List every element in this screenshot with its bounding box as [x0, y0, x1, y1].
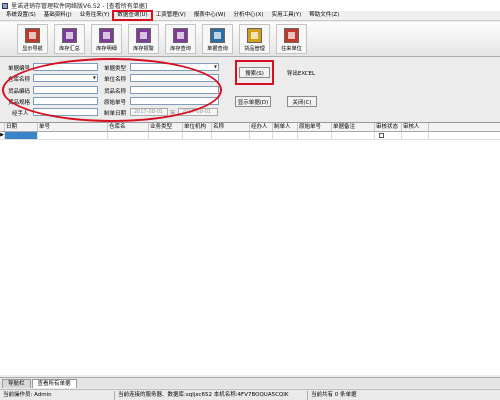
navigation-icon — [25, 28, 40, 43]
table-cell[interactable] — [273, 132, 298, 139]
column-header[interactable]: 单号 — [38, 123, 108, 131]
column-header[interactable]: 经办人 — [250, 123, 273, 131]
toolbar: 显示导航 库存汇总 库存明细 库存报警 库存查询 单据查询 货品管理 往来单位 — [0, 22, 500, 57]
menu-payroll[interactable]: 工资管理(V) — [152, 11, 190, 20]
table-cell[interactable] — [5, 132, 38, 139]
partner-unit-button[interactable]: 往来单位 — [276, 24, 307, 54]
partner-unit-icon — [284, 28, 299, 43]
menu-report-center[interactable]: 报表中心(W) — [190, 11, 230, 20]
toolbar-label: 库存汇总 — [59, 46, 80, 52]
app-icon — [2, 2, 8, 9]
table-cell[interactable] — [375, 132, 402, 139]
inventory-query-icon — [173, 28, 188, 43]
column-header[interactable]: 审核状态 — [375, 123, 402, 131]
search-highlight-box — [235, 60, 274, 85]
menu-basic-data[interactable]: 基础资料(J) — [40, 11, 76, 20]
inventory-query-button[interactable]: 库存查询 — [165, 24, 196, 54]
audit-checkbox[interactable] — [379, 133, 384, 138]
column-header[interactable]: 审核人 — [402, 123, 429, 131]
document-tabs: 导航栏 查看所有单据 — [0, 377, 500, 388]
menu-system-settings[interactable]: 系统设置(S) — [2, 11, 40, 20]
document-query-button[interactable]: 单据查询 — [202, 24, 233, 54]
inventory-summary-button[interactable]: 库存汇总 — [54, 24, 85, 54]
table-cell[interactable] — [250, 132, 273, 139]
goods-management-button[interactable]: 货品管理 — [239, 24, 270, 54]
inventory-detail-icon — [99, 28, 114, 43]
query-form: 单据编号 单据类型 仓库名称 单位名称 货品编码 货品名称 货品规格 原始单号 … — [0, 58, 500, 122]
toolbar-label: 库存明细 — [96, 46, 117, 52]
table-cell[interactable] — [402, 132, 429, 139]
table-cell[interactable] — [212, 132, 250, 139]
title-bar: 里诺进销存管理软件网络版V6.52 - [查看所有单据] — [0, 0, 500, 11]
toolbar-label: 货品管理 — [244, 46, 265, 52]
status-bar: 当前操作员: Admin 当前连接的服务器、数据库:sqljxc652 本机名称… — [0, 389, 500, 400]
window-title: 里诺进销存管理软件网络版V6.52 - [查看所有单据] — [11, 3, 148, 10]
grid-header: 日期 单号 仓库名 业务类型 单位机构 名称 经办人 制单人 原始单号 单据备注… — [0, 123, 500, 132]
column-header[interactable]: 原始单号 — [298, 123, 332, 131]
export-excel-button[interactable]: 导出EXCEL — [283, 67, 319, 78]
inventory-detail-button[interactable]: 库存明细 — [91, 24, 122, 54]
table-cell[interactable] — [298, 132, 332, 139]
show-document-button[interactable]: 显示单据(D) — [235, 96, 271, 107]
document-query-icon — [210, 28, 225, 43]
highlight-ellipse — [2, 58, 222, 122]
table-row[interactable]: ▶ — [0, 132, 500, 140]
menu-data-query[interactable]: 数据查询(U) — [112, 10, 153, 21]
toolbar-label: 往来单位 — [281, 46, 302, 52]
status-count: 当前共有 0 条单据 — [311, 391, 357, 398]
inventory-summary-icon — [62, 28, 77, 43]
show-navigation-button[interactable]: 显示导航 — [17, 24, 48, 54]
column-header[interactable]: 名称 — [212, 123, 250, 131]
menu-help[interactable]: 帮助文件(Z) — [305, 11, 343, 20]
menu-analysis-center[interactable]: 分析中心(X) — [230, 11, 268, 20]
column-header[interactable]: 单位机构 — [183, 123, 212, 131]
toolbar-label: 库存报警 — [133, 46, 154, 52]
table-cell[interactable] — [183, 132, 212, 139]
close-button[interactable]: 关闭(C) — [287, 96, 317, 107]
toolbar-label: 单据查询 — [207, 46, 228, 52]
inventory-alarm-icon — [136, 28, 151, 43]
table-cell[interactable] — [108, 132, 149, 139]
toolbar-label: 显示导航 — [22, 46, 43, 52]
table-cell[interactable] — [332, 132, 375, 139]
column-header[interactable]: 单据备注 — [332, 123, 375, 131]
menu-business[interactable]: 业务往来(Y) — [76, 11, 114, 20]
tab-navigation[interactable]: 导航栏 — [2, 379, 31, 388]
column-header[interactable]: 业务类型 — [149, 123, 183, 131]
status-operator: 当前操作员: Admin — [0, 390, 115, 400]
column-header[interactable]: 日期 — [5, 123, 38, 131]
column-header[interactable]: 仓库名 — [108, 123, 149, 131]
menu-bar: 系统设置(S) 基础资料(J) 业务往来(Y) 数据查询(U) 工资管理(V) … — [0, 10, 500, 21]
documents-grid: 日期 单号 仓库名 业务类型 单位机构 名称 经办人 制单人 原始单号 单据备注… — [0, 122, 500, 375]
toolbar-label: 库存查询 — [170, 46, 191, 52]
status-server: 当前连接的服务器、数据库:sqljxc652 本机名称:4FV7BOQUA5CQ… — [115, 390, 308, 400]
table-cell[interactable] — [38, 132, 108, 139]
tab-all-documents[interactable]: 查看所有单据 — [31, 379, 77, 388]
goods-management-icon — [247, 28, 262, 43]
menu-utilities[interactable]: 实用工具(Y) — [268, 11, 306, 20]
inventory-alarm-button[interactable]: 库存报警 — [128, 24, 159, 54]
column-header[interactable]: 制单人 — [273, 123, 298, 131]
table-cell[interactable] — [149, 132, 183, 139]
